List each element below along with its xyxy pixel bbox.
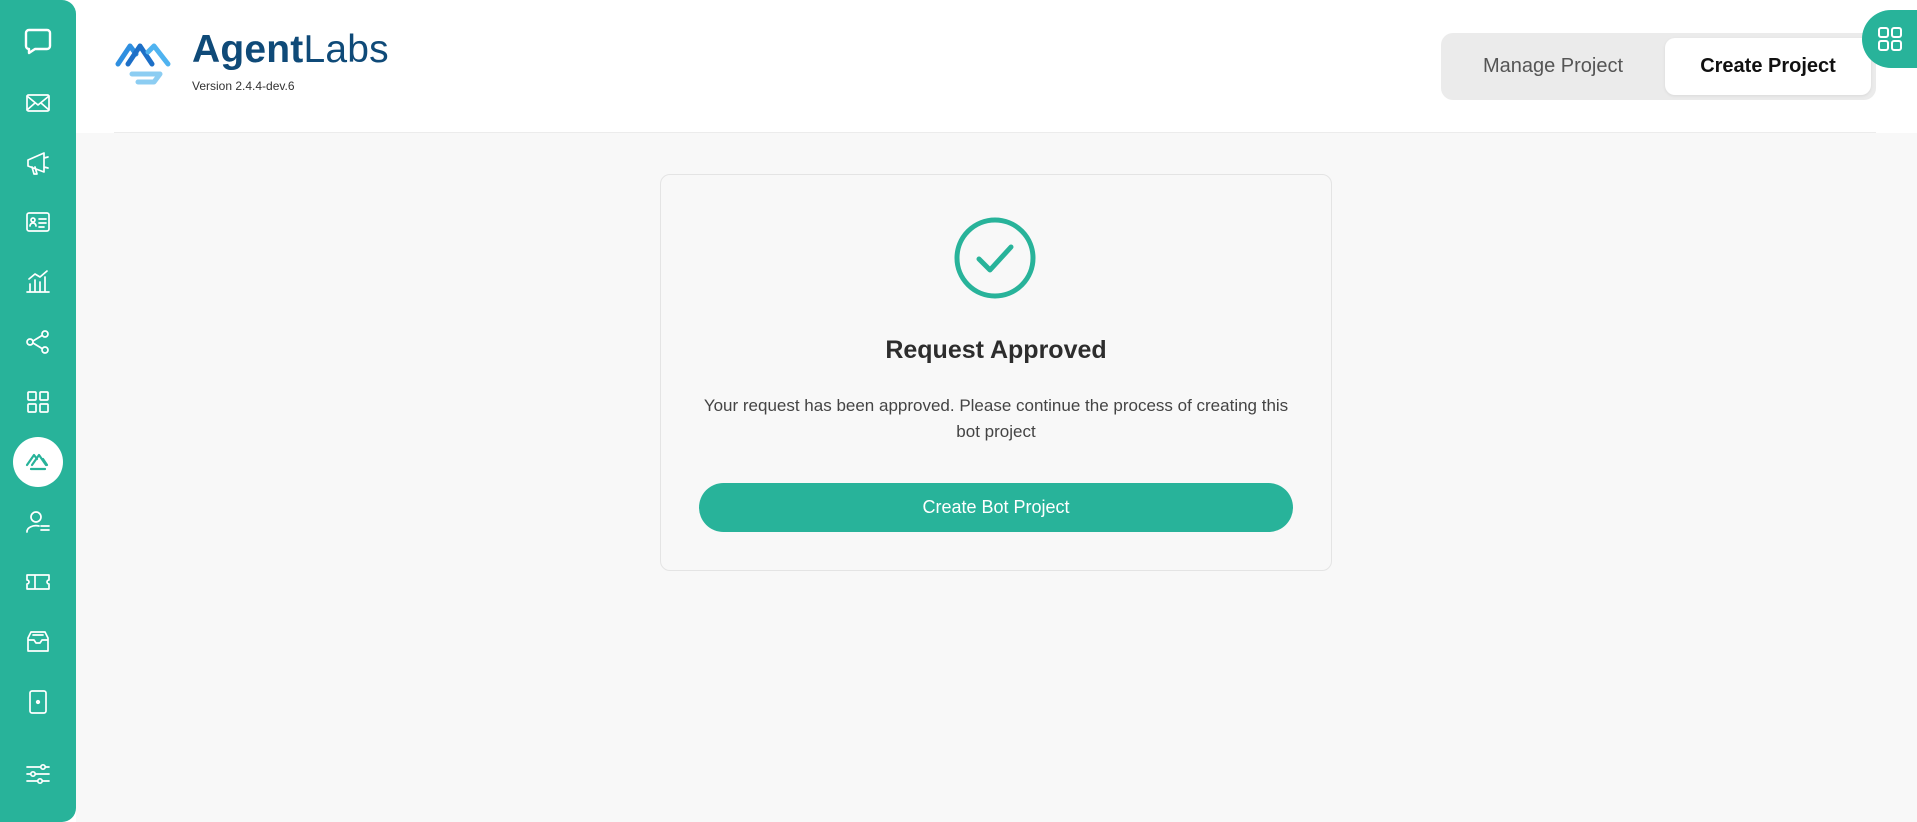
sidebar-item-integrations[interactable] [13,317,63,367]
analytics-icon [26,270,50,293]
sidebar-item-devices[interactable] [13,677,63,727]
check-circle-icon [954,217,1036,299]
mail-icon [26,94,50,112]
inbox-icon [27,631,49,652]
apps-grid-icon [27,391,49,413]
apps-launcher-button[interactable] [1862,10,1917,68]
tab-create-project[interactable]: Create Project [1665,38,1871,95]
megaphone-icon [27,152,49,175]
sidebar-item-apps[interactable] [13,377,63,427]
sidebar-item-agents[interactable] [13,497,63,547]
sidebar-item-inbox[interactable] [13,617,63,667]
sidebar-item-chat[interactable] [13,16,63,66]
tab-manage-project[interactable]: Manage Project [1446,38,1660,95]
create-bot-project-button[interactable]: Create Bot Project [699,483,1293,532]
brand-name: AgentLabs [192,28,389,71]
project-mode-toggle: Manage Project Create Project [1441,33,1876,100]
card-title: Request Approved [885,336,1107,364]
sidebar-item-agentlabs[interactable] [13,437,63,487]
agentlabs-icon [25,453,49,471]
chat-icon [24,28,52,55]
agentlabs-logo [115,43,171,85]
sidebar-item-mail[interactable] [13,78,63,128]
mobile-device-icon [29,690,47,714]
sidebar-item-contacts[interactable] [13,197,63,247]
sidebar-item-tickets[interactable] [13,557,63,607]
sidebar-item-settings[interactable] [13,749,63,799]
app-version: Version 2.4.4-dev.6 [192,79,295,93]
settings-sliders-icon [26,763,50,785]
sidebar-item-analytics[interactable] [13,257,63,307]
share-nodes-icon [26,330,49,354]
sidebar [0,0,76,822]
agent-user-icon [26,511,50,533]
contact-card-icon [26,212,50,232]
card-description: Your request has been approved. Please c… [703,396,1289,441]
apps-grid-icon [1878,27,1902,51]
ticket-icon [26,574,50,590]
sidebar-item-campaigns[interactable] [13,138,63,188]
